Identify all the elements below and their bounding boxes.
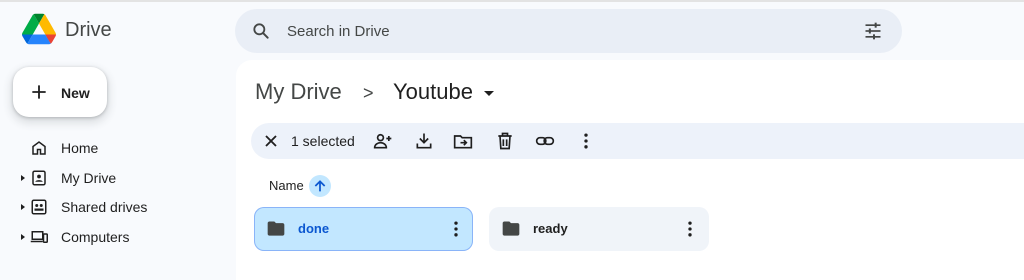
arrow-up-icon [314,180,326,192]
home-icon [32,141,46,155]
sidebar-item-label: Home [61,140,99,156]
sidebar-item-home[interactable]: Home [0,135,230,161]
breadcrumb-root[interactable]: My Drive [255,79,342,105]
tune-icon[interactable] [863,21,883,41]
my-drive-icon [32,170,46,186]
folder-card-ready[interactable]: ready [489,207,709,251]
breadcrumb-separator: > [363,83,374,103]
plus-icon [32,85,46,99]
more-vert-icon[interactable] [576,131,596,151]
expand-caret-icon[interactable] [21,175,25,181]
folder-icon [267,221,285,236]
sidebar-item-label: Shared drives [61,199,148,215]
column-header-name[interactable]: Name [269,178,304,193]
sidebar-item-label: Computers [61,229,130,245]
sidebar-item-my-drive[interactable]: My Drive [0,165,230,191]
sidebar-item-shared-drives[interactable]: Shared drives [0,194,230,220]
search-icon[interactable] [251,21,271,41]
more-vert-icon[interactable] [446,219,466,239]
selection-toolbar: 1 selected [251,123,1024,159]
search-bar[interactable] [235,9,902,53]
search-input[interactable] [287,19,827,43]
folder-card-done[interactable]: done [254,207,473,251]
app-name: Drive [65,19,112,41]
folder-menu-dropdown-icon[interactable] [484,91,494,96]
new-button-label: New [61,85,90,101]
top-divider [0,0,1024,2]
download-icon[interactable] [414,131,434,151]
new-button[interactable]: New [13,67,107,117]
trash-icon[interactable] [495,131,515,151]
sort-direction-button[interactable] [309,175,331,197]
selection-count: 1 selected [291,133,355,149]
share-icon[interactable] [373,131,393,151]
close-icon[interactable] [261,131,281,151]
expand-caret-icon[interactable] [21,234,25,240]
breadcrumb-current-folder[interactable]: Youtube [393,79,473,105]
main-content: My Drive > Youtube 1 selected Name done … [236,60,1024,280]
move-to-folder-icon[interactable] [453,131,473,151]
sidebar-item-computers[interactable]: Computers [0,224,230,250]
shared-drives-icon [31,199,47,215]
link-icon[interactable] [535,131,555,151]
computers-icon [30,231,48,243]
sidebar-item-label: My Drive [61,170,117,186]
more-vert-icon[interactable] [680,219,700,239]
expand-caret-icon[interactable] [21,204,25,210]
google-drive-logo-icon[interactable] [22,12,56,46]
folder-icon [502,221,520,236]
folder-name: ready [533,221,568,236]
folder-name: done [298,221,330,236]
